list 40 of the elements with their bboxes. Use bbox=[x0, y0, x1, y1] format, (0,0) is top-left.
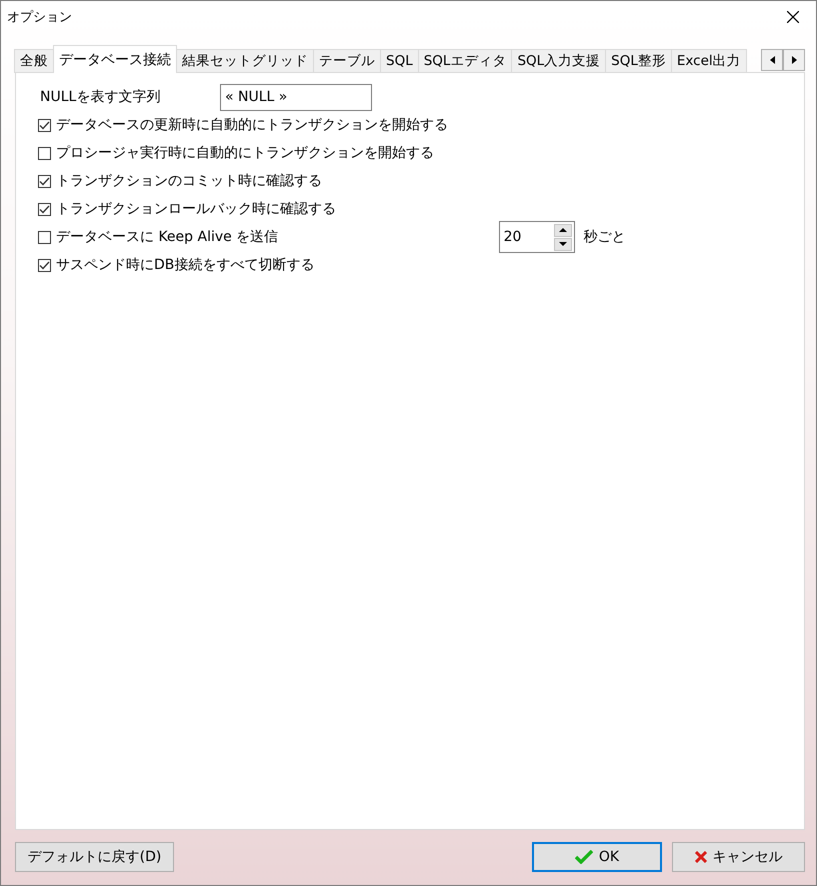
checkbox[interactable] bbox=[38, 230, 51, 244]
checkbox-label: データベースの更新時に自動的にトランザクションを開始する bbox=[56, 116, 448, 134]
checkbox-label: トランザクションのコミット時に確認する bbox=[56, 172, 322, 190]
cancel-button[interactable]: キャンセル bbox=[672, 842, 805, 872]
checkbox[interactable] bbox=[38, 118, 51, 132]
ok-button[interactable]: OK bbox=[532, 842, 662, 872]
tab[interactable]: SQL整形 bbox=[605, 49, 672, 73]
up-arrow-icon bbox=[558, 228, 567, 232]
tab[interactable]: SQLエディタ bbox=[418, 49, 512, 73]
checkbox[interactable] bbox=[38, 258, 51, 272]
close-icon bbox=[694, 851, 706, 863]
down-arrow-icon bbox=[558, 242, 567, 246]
checkbox[interactable] bbox=[38, 174, 51, 188]
tab[interactable]: テーブル bbox=[313, 49, 381, 73]
unit-label: 秒ごと bbox=[584, 228, 626, 246]
field-label: NULLを表す文字列 bbox=[39, 88, 162, 106]
null-string-field[interactable]: « NULL » bbox=[220, 84, 372, 110]
right-arrow-icon bbox=[792, 56, 796, 64]
tab[interactable]: 結果セットグリッド bbox=[176, 49, 314, 73]
interval-spin-field[interactable]: 20 bbox=[498, 221, 575, 253]
checkbox-label: データベースに Keep Alive を送信 bbox=[56, 228, 278, 246]
checkmark-icon bbox=[574, 850, 593, 864]
tab[interactable]: 全般 bbox=[14, 49, 54, 73]
tab[interactable]: Excel出力 bbox=[670, 49, 747, 73]
checkbox[interactable] bbox=[38, 146, 51, 160]
checkbox-label: トランザクションロールバック時に確認する bbox=[56, 200, 336, 218]
tab[interactable]: SQL bbox=[380, 49, 419, 73]
close-icon bbox=[787, 11, 799, 23]
reset-button[interactable]: デフォルトに戻す(D) bbox=[15, 842, 174, 872]
checkbox-label: プロシージャ実行時に自動的にトランザクションを開始する bbox=[56, 144, 434, 162]
tab[interactable]: SQL入力支援 bbox=[511, 49, 606, 73]
spin-up-button[interactable] bbox=[554, 224, 572, 236]
tab[interactable]: データベース接続 bbox=[53, 45, 177, 73]
checkbox-label: サスペンド時にDB接続をすべて切断する bbox=[56, 256, 314, 274]
spin-down-button[interactable] bbox=[554, 238, 572, 250]
scroll-right-button[interactable] bbox=[783, 49, 805, 71]
left-arrow-icon bbox=[770, 56, 774, 64]
checkbox[interactable] bbox=[38, 202, 51, 216]
window-title: オプション bbox=[7, 9, 72, 26]
scroll-left-button[interactable] bbox=[761, 49, 783, 71]
